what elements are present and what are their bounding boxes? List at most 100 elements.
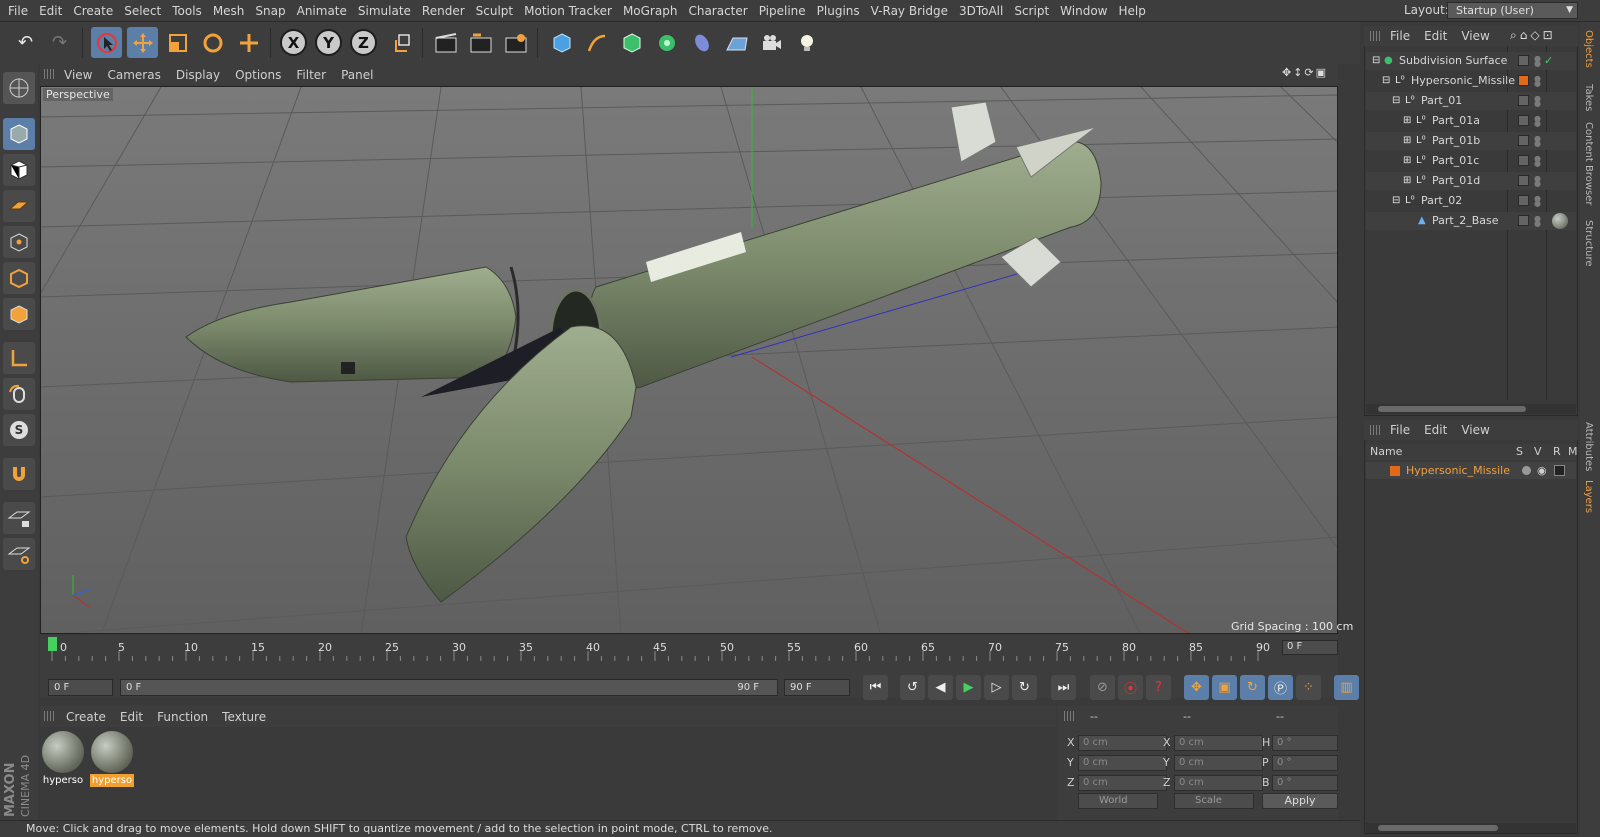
rotate-icon[interactable] — [197, 27, 228, 58]
object-menu-edit[interactable]: Edit — [1424, 29, 1447, 43]
frame-range-slider[interactable]: 0 F 90 F — [120, 679, 778, 696]
points-mode-icon[interactable] — [3, 226, 35, 258]
key-point-level-icon[interactable]: ⁘ — [1296, 675, 1321, 700]
layer-row[interactable]: Hypersonic_Missile ◉ — [1366, 462, 1576, 479]
model-mode-icon[interactable] — [3, 118, 35, 150]
tab-takes[interactable]: Takes — [1583, 84, 1594, 111]
3d-viewport[interactable] — [40, 86, 1338, 634]
z-axis-icon[interactable]: Z — [350, 29, 377, 56]
coordinate-mode-dropdown[interactable]: World — [1078, 793, 1158, 809]
viewport-menu-cameras[interactable]: Cameras — [107, 68, 160, 82]
scale-icon[interactable] — [162, 27, 193, 58]
y-axis-icon[interactable]: Y — [315, 29, 342, 56]
timeline-window-icon[interactable]: ▥ — [1334, 675, 1359, 700]
panel-grip[interactable] — [1064, 711, 1074, 721]
column-manager[interactable]: M — [1568, 444, 1578, 460]
visibility-dots[interactable]: ● ● — [1534, 215, 1541, 228]
world-coord-icon[interactable] — [386, 27, 417, 58]
visibility-dots[interactable]: ● ● — [1534, 135, 1541, 148]
menu-sculpt[interactable]: Sculpt — [476, 4, 513, 18]
viewport-menu-display[interactable]: Display — [176, 68, 220, 82]
layer-tag[interactable] — [1518, 55, 1529, 66]
menu-window[interactable]: Window — [1060, 4, 1107, 18]
start-frame-field[interactable]: 0 F — [48, 679, 113, 696]
position-x-field[interactable]: 0 cm — [1078, 735, 1167, 751]
lock-workplane-icon[interactable] — [3, 502, 35, 534]
render-view-icon[interactable] — [430, 27, 461, 58]
menu-mesh[interactable]: Mesh — [213, 4, 245, 18]
layout-dropdown[interactable]: Startup (User) ▼ — [1447, 2, 1578, 19]
solo-mode-icon[interactable]: S — [3, 414, 35, 446]
polygons-mode-icon[interactable] — [3, 298, 35, 330]
panel-grip[interactable] — [44, 711, 54, 721]
scrollbar-thumb[interactable] — [1378, 825, 1498, 831]
object-row[interactable]: ▲ Part_2_Base ● ● — [1366, 212, 1576, 230]
layer-tag[interactable] — [1518, 115, 1529, 126]
x-axis-icon[interactable]: X — [280, 29, 307, 56]
tweak-mode-icon[interactable] — [3, 378, 35, 410]
layer-menu-edit[interactable]: Edit — [1424, 423, 1447, 437]
material-menu-function[interactable]: Function — [157, 710, 208, 724]
layer-color-swatch[interactable] — [1390, 466, 1400, 476]
key-scale-icon[interactable]: ▣ — [1212, 675, 1237, 700]
object-manager-toolbar-icons[interactable]: ⌕⌂◇⊡ — [1510, 28, 1556, 43]
collapse-icon[interactable]: ⊟ — [1392, 195, 1404, 207]
column-solo[interactable]: S — [1516, 444, 1523, 460]
playhead[interactable] — [48, 637, 57, 651]
layer-menu-view[interactable]: View — [1461, 423, 1489, 437]
size-z-field[interactable]: 0 cm — [1174, 775, 1263, 791]
material-swatch[interactable]: hyperso — [41, 730, 85, 788]
layer-menu-file[interactable]: File — [1390, 423, 1410, 437]
viewport-nav-icons[interactable]: ✥↕⟳▣ — [1282, 66, 1328, 79]
expand-icon[interactable]: ⊞ — [1403, 175, 1415, 187]
edit-render-settings-icon[interactable] — [500, 27, 531, 58]
render-picture-viewer-icon[interactable] — [465, 27, 496, 58]
previous-frame-icon[interactable]: ◀ — [928, 675, 953, 700]
menu-select[interactable]: Select — [124, 4, 161, 18]
panel-grip[interactable] — [1370, 31, 1380, 41]
visibility-dots[interactable]: ● ● — [1534, 155, 1541, 168]
autokey-icon[interactable]: ⦿ — [1118, 675, 1143, 700]
layer-tag[interactable] — [1518, 95, 1529, 106]
object-row[interactable]: ⊞ L⁰ Part_01b ● ● — [1366, 132, 1576, 150]
rotation-p-field[interactable]: 0 ° — [1272, 755, 1338, 771]
material-tag-icon[interactable] — [1552, 213, 1568, 229]
record-keys-icon[interactable]: ⊘ — [1090, 675, 1115, 700]
layer-tag[interactable] — [1518, 215, 1529, 226]
live-select-icon[interactable] — [233, 27, 264, 58]
solo-toggle[interactable] — [1522, 466, 1531, 475]
expand-icon[interactable]: ⊞ — [1403, 115, 1415, 127]
rotation-h-field[interactable]: 0 ° — [1272, 735, 1338, 751]
material-swatch-selected[interactable]: hyperso — [90, 730, 134, 788]
object-row[interactable]: ⊞ L⁰ Part_01a ● ● — [1366, 112, 1576, 130]
object-row[interactable]: ⊟ ● Subdivision Surface ● ● ✓ — [1366, 52, 1576, 70]
next-key-icon[interactable]: ↻ — [1012, 675, 1037, 700]
key-parameter-icon[interactable]: Ⓟ — [1268, 675, 1293, 700]
viewport-menu-options[interactable]: Options — [235, 68, 281, 82]
cube-icon[interactable] — [546, 27, 577, 58]
tab-structure[interactable]: Structure — [1583, 220, 1594, 267]
menu-plugins[interactable]: Plugins — [817, 4, 860, 18]
layer-color-tag[interactable] — [1518, 75, 1529, 86]
end-frame-field[interactable]: 90 F — [784, 679, 850, 696]
menu-help[interactable]: Help — [1118, 4, 1145, 18]
viewport-menu-view[interactable]: View — [64, 68, 92, 82]
menu-character[interactable]: Character — [688, 4, 747, 18]
menu-create[interactable]: Create — [73, 4, 113, 18]
menu-script[interactable]: Script — [1014, 4, 1049, 18]
check-icon[interactable]: ✓ — [1544, 52, 1553, 70]
subdivision-icon[interactable] — [616, 27, 647, 58]
light-icon[interactable] — [791, 27, 822, 58]
size-y-field[interactable]: 0 cm — [1174, 755, 1263, 771]
expand-icon[interactable]: ⊞ — [1403, 155, 1415, 167]
tab-objects[interactable]: Objects — [1583, 30, 1594, 68]
play-icon[interactable]: ▶ — [956, 675, 981, 700]
scrollbar-thumb[interactable] — [1378, 406, 1526, 412]
tab-content-browser[interactable]: Content Browser — [1583, 122, 1594, 205]
menu-animate[interactable]: Animate — [297, 4, 347, 18]
column-render[interactable]: R — [1553, 444, 1561, 460]
camera-icon[interactable] — [756, 27, 787, 58]
menu-tools[interactable]: Tools — [172, 4, 202, 18]
position-z-field[interactable]: 0 cm — [1078, 775, 1167, 791]
visibility-dots[interactable]: ● ● — [1534, 75, 1541, 88]
